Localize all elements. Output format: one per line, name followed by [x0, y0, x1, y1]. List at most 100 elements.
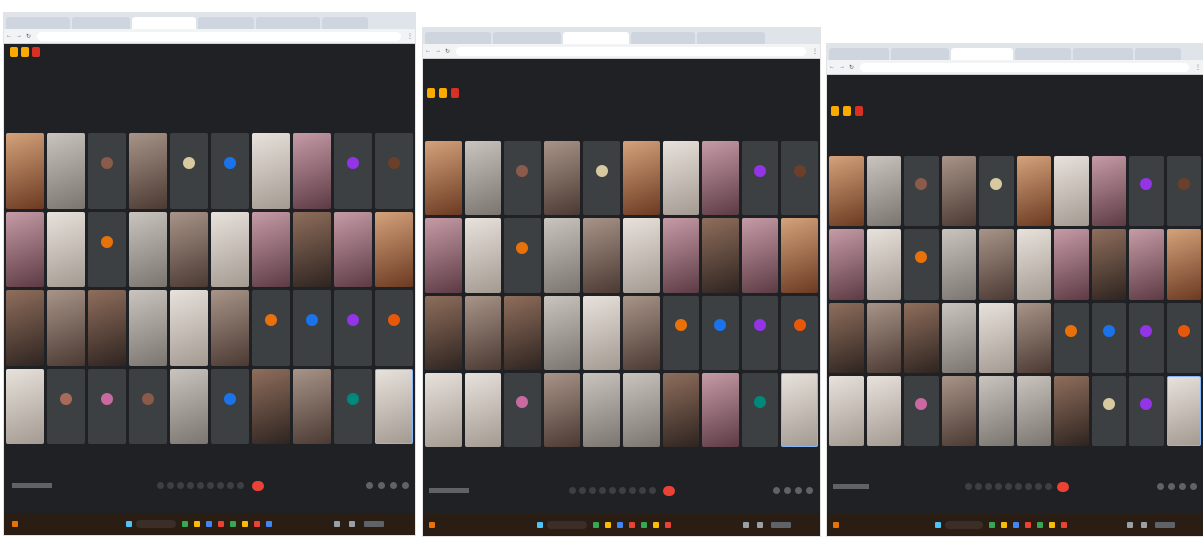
tools-button[interactable] [237, 482, 244, 489]
participant-tile[interactable] [47, 290, 85, 366]
app-icon[interactable] [194, 521, 200, 527]
participant-tile[interactable] [6, 290, 44, 366]
browser-tab[interactable] [1135, 48, 1181, 60]
menu-icon[interactable]: ⋮ [407, 33, 413, 40]
tray-icon[interactable] [1127, 522, 1133, 528]
chat-button[interactable] [1179, 483, 1186, 490]
hand-button[interactable] [1015, 483, 1022, 490]
participant-tile[interactable] [583, 372, 620, 447]
participant-tile[interactable] [170, 290, 208, 366]
participant-tile[interactable] [941, 302, 976, 373]
app-icon[interactable] [665, 522, 671, 528]
participant-tile[interactable] [829, 156, 864, 227]
participant-tile[interactable] [504, 295, 541, 370]
participant-tile[interactable] [211, 290, 249, 366]
participant-tile[interactable] [583, 295, 620, 370]
participant-tile[interactable] [464, 372, 502, 447]
participant-tile[interactable] [1091, 375, 1126, 446]
tray-icon[interactable] [1141, 522, 1147, 528]
participant-tile[interactable] [662, 218, 700, 293]
participant-tile[interactable] [464, 141, 502, 216]
participant-tile[interactable] [129, 290, 167, 366]
participant-tile[interactable] [781, 295, 818, 370]
participant-tile[interactable] [829, 302, 864, 373]
back-icon[interactable]: ← [6, 33, 12, 39]
participant-tile[interactable] [622, 295, 660, 370]
participant-tile[interactable] [702, 218, 739, 293]
browser-tab[interactable] [891, 48, 949, 60]
participant-tile[interactable] [6, 133, 44, 209]
app-icon[interactable] [989, 522, 995, 528]
back-icon[interactable]: ← [829, 64, 835, 70]
activities-button[interactable] [1035, 483, 1042, 490]
participant-tile[interactable] [375, 211, 413, 287]
participant-tile[interactable] [781, 141, 818, 216]
participant-tile[interactable] [375, 133, 413, 209]
reload-icon[interactable]: ↻ [26, 33, 31, 40]
participant-tile[interactable] [47, 133, 85, 209]
participant-tile[interactable] [866, 229, 901, 300]
mic-button[interactable] [965, 483, 972, 490]
participant-tile[interactable] [866, 156, 901, 227]
hang-up-button[interactable] [1057, 482, 1069, 492]
participant-tile[interactable] [702, 141, 739, 216]
participant-tile[interactable] [211, 211, 249, 287]
participant-tile[interactable] [252, 133, 290, 209]
more-options-button[interactable] [629, 487, 636, 494]
participant-tile-self[interactable] [781, 372, 818, 447]
start-icon[interactable] [935, 522, 941, 528]
participant-tile[interactable] [129, 211, 167, 287]
participant-tile[interactable] [129, 368, 167, 444]
hang-up-button[interactable] [252, 481, 264, 491]
tray-icon[interactable] [334, 521, 340, 527]
emoji-icon[interactable] [843, 106, 851, 116]
participant-tile[interactable] [1166, 229, 1201, 300]
record-icon[interactable] [32, 47, 40, 57]
participant-tile[interactable] [504, 372, 541, 447]
participant-tile[interactable] [211, 133, 249, 209]
participant-tile[interactable] [464, 218, 502, 293]
participant-tile[interactable] [662, 141, 700, 216]
weather-icon[interactable] [833, 522, 839, 528]
info-button[interactable] [366, 482, 373, 489]
emoji-icon[interactable] [21, 47, 29, 57]
captions-button[interactable] [985, 483, 992, 490]
participant-tile[interactable] [425, 295, 462, 370]
people-button[interactable] [378, 482, 385, 489]
participant-tile-self[interactable] [375, 368, 413, 444]
record-icon[interactable] [451, 88, 459, 98]
app-icon[interactable] [1037, 522, 1043, 528]
browser-tab[interactable] [1073, 48, 1133, 60]
participant-tile[interactable] [1016, 156, 1051, 227]
participant-tile[interactable] [941, 375, 976, 446]
browser-tab[interactable] [198, 17, 254, 29]
activities-panel-button[interactable] [402, 482, 409, 489]
participant-tile[interactable] [504, 218, 541, 293]
emoji-button[interactable] [599, 487, 606, 494]
app-icon[interactable] [242, 521, 248, 527]
participant-tile[interactable] [252, 211, 290, 287]
hand-raise-icon[interactable] [831, 106, 839, 116]
participant-tile[interactable] [741, 372, 779, 447]
participant-tile[interactable] [252, 290, 290, 366]
url-field[interactable] [37, 31, 401, 41]
participant-tile[interactable] [979, 229, 1014, 300]
participant-tile[interactable] [741, 141, 779, 216]
back-icon[interactable]: ← [425, 48, 431, 54]
tray-icon[interactable] [757, 522, 763, 528]
participant-tile[interactable] [1091, 229, 1126, 300]
chat-button[interactable] [795, 487, 802, 494]
participant-tile[interactable] [425, 141, 462, 216]
participant-tile[interactable] [425, 218, 462, 293]
browser-tab[interactable] [322, 17, 368, 29]
present-button[interactable] [197, 482, 204, 489]
app-icon[interactable] [605, 522, 611, 528]
app-icon[interactable] [254, 521, 260, 527]
participant-tile[interactable] [866, 375, 901, 446]
more-options-button[interactable] [1025, 483, 1032, 490]
participant-tile[interactable] [1129, 156, 1164, 227]
participant-tile[interactable] [293, 368, 331, 444]
participant-tile[interactable] [979, 302, 1014, 373]
emoji-button[interactable] [995, 483, 1002, 490]
participant-tile[interactable] [543, 372, 581, 447]
